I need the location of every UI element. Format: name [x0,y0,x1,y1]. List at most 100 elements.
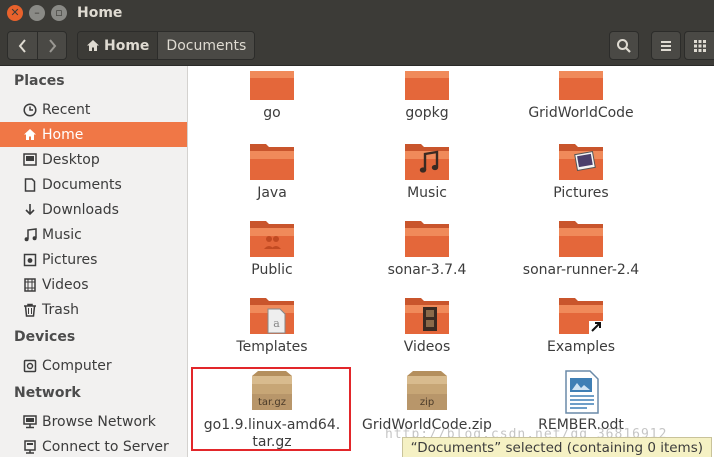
chevron-left-icon [18,38,26,53]
trash-icon [23,303,37,317]
file-name: Public [251,262,293,278]
file-item-videos[interactable]: Videos [352,292,502,356]
sidebar-item-computer[interactable]: Computer [0,353,187,378]
search-button[interactable] [609,31,639,60]
minimize-icon: – [34,6,40,19]
folder-icon [403,215,451,259]
archive-badge-label: zip [419,397,435,408]
videos-folder-icon [403,292,451,336]
search-icon [617,38,631,53]
status-bar: “Documents” selected (containing 0 items… [401,437,712,457]
writer-document-icon [557,370,605,414]
file-name: Music [407,185,447,201]
sidebar-item-label: Home [42,126,84,143]
file-item-music[interactable]: Music [352,138,502,202]
sidebar-item-label: Documents [42,176,122,193]
download-icon [23,203,37,217]
svg-text:a: a [273,317,280,330]
file-name: go [263,105,281,121]
file-item-sonar-3-7-4[interactable]: sonar-3.7.4 [352,215,502,279]
file-item-go[interactable]: go [197,66,347,122]
folder-icon [248,138,296,182]
sidebar: Places Recent Home Desktop Documents Dow… [0,66,188,457]
file-name: Examples [546,339,616,355]
sidebar-item-label: Connect to Server [42,438,169,455]
maximize-window-button[interactable]: ▫ [51,4,67,21]
sidebar-section-places: Places [14,73,65,89]
file-name: Templates [236,339,308,355]
toolbar: Home Documents [0,25,714,66]
file-item-rember-odt[interactable]: REMBER.odt [506,370,656,434]
breadcrumb: Home Documents [77,31,256,60]
file-item-gopkg[interactable]: gopkg [352,66,502,122]
breadcrumb-documents[interactable]: Documents [157,32,255,59]
file-item-sonar-runner-2-4[interactable]: sonar-runner-2.4 [506,215,656,279]
file-name: Videos [403,339,451,355]
public-folder-icon [248,215,296,259]
sidebar-item-label: Music [42,226,82,243]
file-item-examples[interactable]: Examples [506,292,656,356]
list-view-button[interactable] [651,31,681,60]
sidebar-section-network: Network [14,385,81,401]
sidebar-item-desktop[interactable]: Desktop [0,147,187,172]
file-item-pictures[interactable]: Pictures [506,138,656,202]
home-icon [87,40,99,51]
sidebar-item-trash[interactable]: Trash [0,297,187,322]
sidebar-item-label: Downloads [42,201,119,218]
nav-buttons [7,31,67,60]
file-item-public[interactable]: Public [197,215,347,279]
window-title: Home [77,4,123,21]
drive-icon [23,359,37,373]
minimize-window-button[interactable]: – [29,4,45,21]
document-icon [23,177,37,192]
sidebar-item-label: Trash [42,301,79,318]
annotation-highlight-box [191,367,351,451]
breadcrumb-home[interactable]: Home [78,32,158,59]
sidebar-item-downloads[interactable]: Downloads [0,197,187,222]
sidebar-item-pictures[interactable]: Pictures [0,247,187,272]
sidebar-item-label: Pictures [42,251,98,268]
grid-view-button[interactable] [684,31,714,60]
desktop-folder-icon [23,153,37,167]
sidebar-item-label: Browse Network [42,413,156,430]
file-name: GridWorldCode [528,105,634,121]
folder-icon [557,215,605,259]
file-item-gridworldcode-zip[interactable]: zip GridWorldCode.zip [352,370,502,434]
file-grid: go gopkg GridWorldCode Java Music Pictur… [189,66,714,457]
chevron-right-icon [49,38,57,53]
forward-button[interactable] [37,32,66,59]
close-window-button[interactable]: ✕ [7,4,23,21]
sidebar-item-videos[interactable]: Videos [0,272,187,297]
list-icon [661,40,671,51]
camera-icon [23,253,37,267]
pictures-folder-icon [557,138,605,182]
sidebar-item-home[interactable]: Home [0,122,187,147]
file-item-gridworldcode[interactable]: GridWorldCode [506,66,656,122]
sidebar-item-connect-to-server[interactable]: Connect to Server [0,434,187,457]
clock-icon [23,102,37,117]
sidebar-item-label: Computer [42,357,112,374]
breadcrumb-home-label: Home [104,37,150,54]
folder-icon [248,66,296,102]
sidebar-item-recent[interactable]: Recent [0,97,187,122]
file-name: sonar-runner-2.4 [522,262,640,278]
folder-icon [557,66,605,102]
back-button[interactable] [8,32,37,59]
server-icon [23,439,37,454]
sidebar-section-devices: Devices [14,329,76,345]
sidebar-item-label: Desktop [42,151,100,168]
film-icon [23,277,37,292]
sidebar-item-label: Videos [42,276,89,293]
home-icon [23,128,37,142]
file-item-templates[interactable]: a Templates [197,292,347,356]
sidebar-item-documents[interactable]: Documents [0,172,187,197]
file-name: gopkg [405,105,449,121]
music-icon [23,227,37,242]
sidebar-item-label: Recent [42,101,91,118]
file-item-java[interactable]: Java [197,138,347,202]
folder-link-icon [557,292,605,336]
breadcrumb-documents-label: Documents [166,37,247,54]
title-bar: ✕ – ▫ Home [0,0,714,25]
sidebar-item-browse-network[interactable]: Browse Network [0,409,187,434]
sidebar-item-music[interactable]: Music [0,222,187,247]
